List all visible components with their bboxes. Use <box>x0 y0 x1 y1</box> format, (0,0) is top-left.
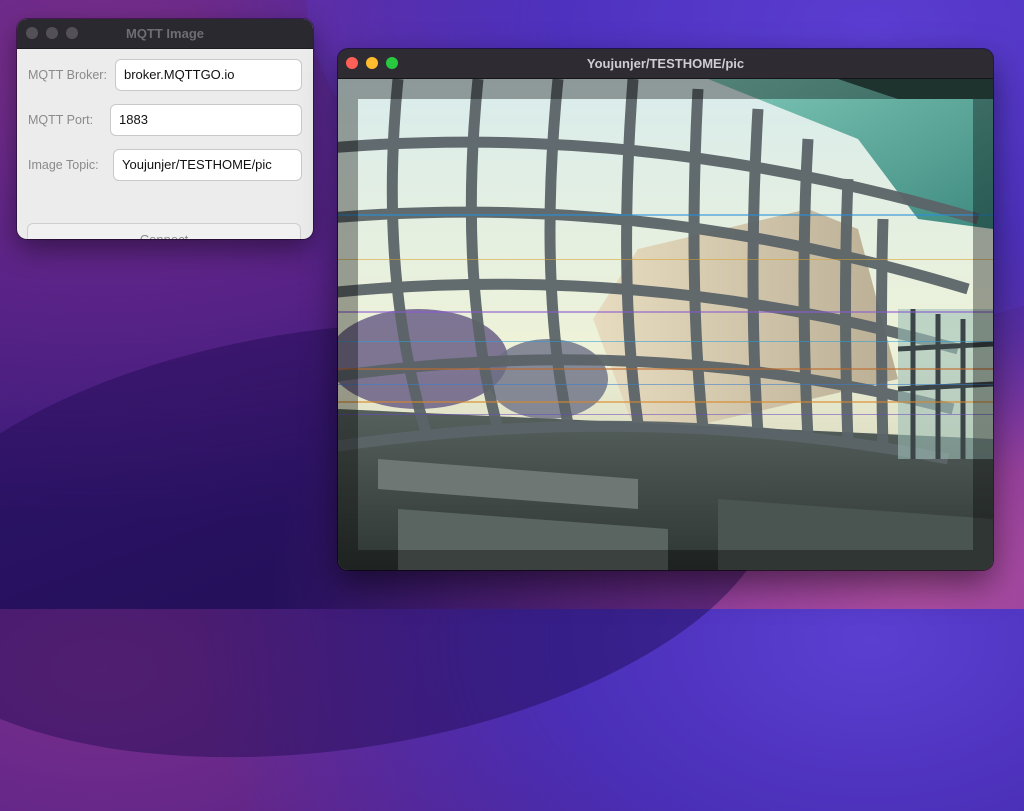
settings-titlebar[interactable]: MQTT Image <box>17 19 313 49</box>
camera-feed-photo <box>338 79 993 570</box>
port-label: MQTT Port: <box>28 113 94 127</box>
mqtt-settings-window: MQTT Image MQTT Broker: broker.MQTTGO.io… <box>17 19 313 239</box>
port-input[interactable]: 1883 <box>110 104 302 136</box>
image-titlebar[interactable]: Youjunjer/TESTHOME/pic <box>338 49 993 79</box>
connect-button[interactable]: Connect <box>27 223 301 239</box>
topic-input[interactable]: Youjunjer/TESTHOME/pic <box>113 149 302 181</box>
topic-label: Image Topic: <box>28 158 99 172</box>
window-title: Youjunjer/TESTHOME/pic <box>586 56 745 71</box>
broker-label: MQTT Broker: <box>28 68 107 82</box>
image-viewer-window: Youjunjer/TESTHOME/pic <box>338 49 993 570</box>
window-title: MQTT Image <box>125 26 204 41</box>
camera-image <box>338 79 993 570</box>
broker-input[interactable]: broker.MQTTGO.io <box>115 59 302 91</box>
